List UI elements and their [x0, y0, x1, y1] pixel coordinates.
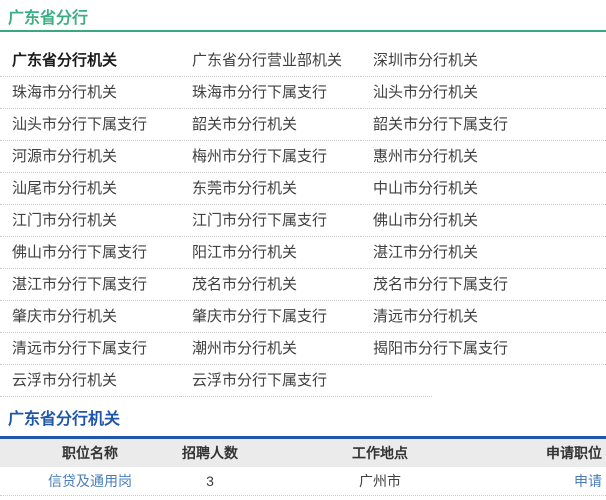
- branch-row: 肇庆市分行机关 肇庆市分行下属支行 清远市分行机关: [0, 301, 606, 333]
- branch-item[interactable]: 湛江市分行下属支行: [0, 269, 180, 301]
- col-header-position: 职位名称: [0, 439, 180, 467]
- col-header-apply: 申请职位: [520, 439, 606, 467]
- col-header-headcount: 招聘人数: [180, 439, 240, 467]
- selected-branch-title: 广东省分行机关: [0, 397, 606, 431]
- branch-item[interactable]: 清远市分行下属支行: [0, 333, 180, 365]
- branch-row: 佛山市分行下属支行 阳江市分行机关 湛江市分行机关: [0, 237, 606, 269]
- branch-item[interactable]: 珠海市分行机关: [0, 77, 180, 109]
- branch-item[interactable]: 肇庆市分行下属支行: [180, 301, 361, 333]
- branch-item[interactable]: 深圳市分行机关: [361, 45, 606, 77]
- branch-item[interactable]: 汕头市分行下属支行: [0, 109, 180, 141]
- branch-item[interactable]: 梅州市分行下属支行: [180, 141, 361, 173]
- location-value: 广州市: [240, 467, 520, 495]
- apply-link[interactable]: 申请: [574, 473, 602, 489]
- branch-item[interactable]: 汕头市分行机关: [361, 77, 606, 109]
- province-title: 广东省分行: [0, 0, 606, 30]
- branch-row: 湛江市分行下属支行 茂名市分行机关 茂名市分行下属支行: [0, 269, 606, 301]
- branch-row: 汕头市分行下属支行 韶关市分行机关 韶关市分行下属支行: [0, 109, 606, 141]
- branch-item[interactable]: 茂名市分行下属支行: [361, 269, 606, 301]
- position-link[interactable]: 信贷及通用岗: [48, 473, 132, 489]
- position-row: 信贷及通用岗 3 广州市 申请: [0, 467, 606, 496]
- branch-item[interactable]: 湛江市分行机关: [361, 237, 606, 269]
- branch-row: 江门市分行机关 江门市分行下属支行 佛山市分行机关: [0, 205, 606, 237]
- branch-item[interactable]: 中山市分行机关: [361, 173, 606, 205]
- col-header-location: 工作地点: [240, 439, 520, 467]
- branch-item[interactable]: 佛山市分行机关: [361, 205, 606, 237]
- branch-item[interactable]: 茂名市分行机关: [180, 269, 361, 301]
- headcount-value: 3: [180, 467, 240, 495]
- branch-item[interactable]: 韶关市分行下属支行: [361, 109, 606, 141]
- branch-item[interactable]: 江门市分行机关: [0, 205, 180, 237]
- branch-item[interactable]: 揭阳市分行下属支行: [361, 333, 606, 365]
- branch-item[interactable]: 佛山市分行下属支行: [0, 237, 180, 269]
- branch-list: 广东省分行机关 广东省分行营业部机关 深圳市分行机关 珠海市分行机关 珠海市分行…: [0, 45, 606, 397]
- branch-item[interactable]: 广东省分行营业部机关: [180, 45, 361, 77]
- branch-item[interactable]: 肇庆市分行机关: [0, 301, 180, 333]
- branch-row: 清远市分行下属支行 潮州市分行机关 揭阳市分行下属支行: [0, 333, 606, 365]
- positions-table-header: 职位名称 招聘人数 工作地点 申请职位: [0, 439, 606, 467]
- branch-item[interactable]: 云浮市分行下属支行: [180, 365, 432, 397]
- branch-item[interactable]: 云浮市分行机关: [0, 365, 180, 397]
- branch-item[interactable]: 汕尾市分行机关: [0, 173, 180, 205]
- branch-row: 广东省分行机关 广东省分行营业部机关 深圳市分行机关: [0, 45, 606, 77]
- branch-item[interactable]: 东莞市分行机关: [180, 173, 361, 205]
- branch-row: 云浮市分行机关 云浮市分行下属支行: [0, 365, 606, 397]
- branch-item[interactable]: 清远市分行机关: [361, 301, 606, 333]
- branch-row: 河源市分行机关 梅州市分行下属支行 惠州市分行机关: [0, 141, 606, 173]
- page: 广东省分行 广东省分行机关 广东省分行营业部机关 深圳市分行机关 珠海市分行机关…: [0, 0, 606, 500]
- positions-table: 职位名称 招聘人数 工作地点 申请职位 信贷及通用岗 3 广州市 申请: [0, 439, 606, 496]
- branch-item[interactable]: 惠州市分行机关: [361, 141, 606, 173]
- branch-item[interactable]: 韶关市分行机关: [180, 109, 361, 141]
- green-divider: [0, 30, 606, 32]
- branch-item[interactable]: 潮州市分行机关: [180, 333, 361, 365]
- branch-row: 汕尾市分行机关 东莞市分行机关 中山市分行机关: [0, 173, 606, 205]
- branch-item[interactable]: 江门市分行下属支行: [180, 205, 361, 237]
- branch-row: 珠海市分行机关 珠海市分行下属支行 汕头市分行机关: [0, 77, 606, 109]
- branch-item[interactable]: 阳江市分行机关: [180, 237, 361, 269]
- branch-item[interactable]: 河源市分行机关: [0, 141, 180, 173]
- branch-item[interactable]: 珠海市分行下属支行: [180, 77, 361, 109]
- branch-item-selected[interactable]: 广东省分行机关: [0, 45, 180, 77]
